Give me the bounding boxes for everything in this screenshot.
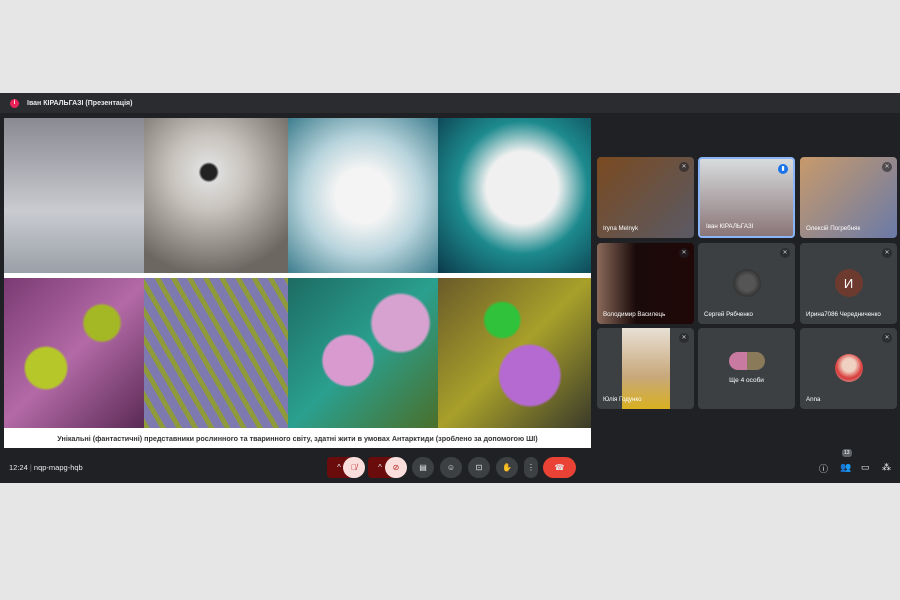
participant-tile-active-speaker[interactable]: ▮ Іван КІРАЛЬГАЗІ — [698, 157, 795, 238]
present-button[interactable]: ⊡ — [468, 457, 490, 478]
more-vert-icon: ⋮ — [527, 463, 535, 472]
chat-icon[interactable]: ▭ — [861, 462, 870, 473]
mic-off-icon: ✕ — [679, 333, 689, 343]
participant-tile[interactable]: ✕ И Ирина7086 Чередниченко — [800, 243, 897, 324]
captions-button[interactable]: ▤ — [412, 457, 434, 478]
more-participants-label: Ще 4 особи — [729, 377, 764, 384]
presenter-label: Іван КІРАЛЬГАЗІ (Презентація) — [27, 99, 133, 107]
slide-image-creature-1 — [4, 118, 144, 273]
participant-tile[interactable]: ✕ Anna — [800, 328, 897, 409]
participant-tile[interactable]: ✕ Олексій Погребняк — [800, 157, 897, 238]
slide-image-plant-3 — [288, 278, 438, 428]
slide-image-creature-2 — [144, 118, 288, 273]
camera-off-icon: ⊘ — [392, 463, 400, 472]
hangup-icon: ☎ — [554, 463, 565, 472]
avatar: И — [834, 269, 863, 297]
avatar — [834, 354, 863, 382]
captions-icon: ▤ — [419, 463, 427, 472]
slide-image-creature-3 — [288, 118, 438, 273]
slide-image-plant-4 — [438, 278, 591, 428]
slide-image-creature-4 — [438, 118, 591, 273]
raise-hand-button[interactable]: ✋ — [496, 457, 518, 478]
participant-tile[interactable]: ✕ Володимир Василець — [597, 243, 694, 324]
avatar — [732, 269, 761, 297]
present-screen-icon: ⊡ — [475, 463, 483, 472]
participant-tile[interactable]: ✕ Сергей Рябченко — [698, 243, 795, 324]
mic-toggle-button[interactable]: 🎙̸ — [343, 457, 365, 478]
mic-off-icon: ✕ — [882, 333, 892, 343]
speaking-indicator-icon: ▮ — [778, 164, 788, 174]
slide-image-plant-2 — [144, 278, 288, 428]
more-options-button[interactable]: ⋮ — [524, 457, 538, 478]
participant-tile[interactable]: ✕ Юлія Годунко — [597, 328, 694, 409]
clock: 12:24 — [9, 462, 28, 472]
bottom-toolbar: 12:24 | nqp-mapg-hqb ^ 🎙̸ ^ ⊘ ▤ ☺ ⊡ ✋ ⋮ … — [0, 449, 900, 479]
avatar-group — [728, 352, 765, 370]
mic-off-icon: ✕ — [882, 248, 892, 258]
mic-off-icon: 🎙̸ — [351, 463, 357, 472]
people-icon[interactable]: 👥 — [840, 462, 851, 473]
more-participants-tile[interactable]: Ще 4 особи — [698, 328, 795, 409]
mic-off-icon: ✕ — [882, 162, 892, 172]
leave-call-button[interactable]: ☎ — [543, 457, 576, 478]
emoji-icon: ☺ — [446, 463, 456, 472]
camera-toggle-button[interactable]: ⊘ — [385, 457, 407, 478]
presenter-header: i Іван КІРАЛЬГАЗІ (Презентація) — [0, 93, 900, 113]
meeting-code: nqp-mapg-hqb — [33, 462, 83, 472]
presentation-view[interactable]: Унікальні (фантастичні) представники рос… — [4, 118, 591, 448]
separator: | — [29, 462, 32, 472]
presentation-dot-icon: i — [10, 98, 19, 108]
people-count-badge: 13 — [842, 449, 852, 457]
activities-icon[interactable]: ⁂ — [882, 462, 891, 473]
hand-icon: ✋ — [502, 463, 512, 472]
mic-off-icon: ✕ — [679, 248, 689, 258]
slide-caption: Унікальні (фантастичні) представники рос… — [57, 433, 538, 443]
info-icon[interactable]: ⓘ — [819, 462, 828, 475]
participant-tile[interactable]: ✕ Iryna Melnyk — [597, 157, 694, 238]
mic-off-icon: ✕ — [679, 162, 689, 172]
slide-image-plant-1 — [4, 278, 144, 428]
meet-window: i Іван КІРАЛЬГАЗІ (Презентація) Унікальн… — [0, 93, 900, 483]
reactions-button[interactable]: ☺ — [440, 457, 462, 478]
mic-off-icon: ✕ — [780, 248, 790, 258]
